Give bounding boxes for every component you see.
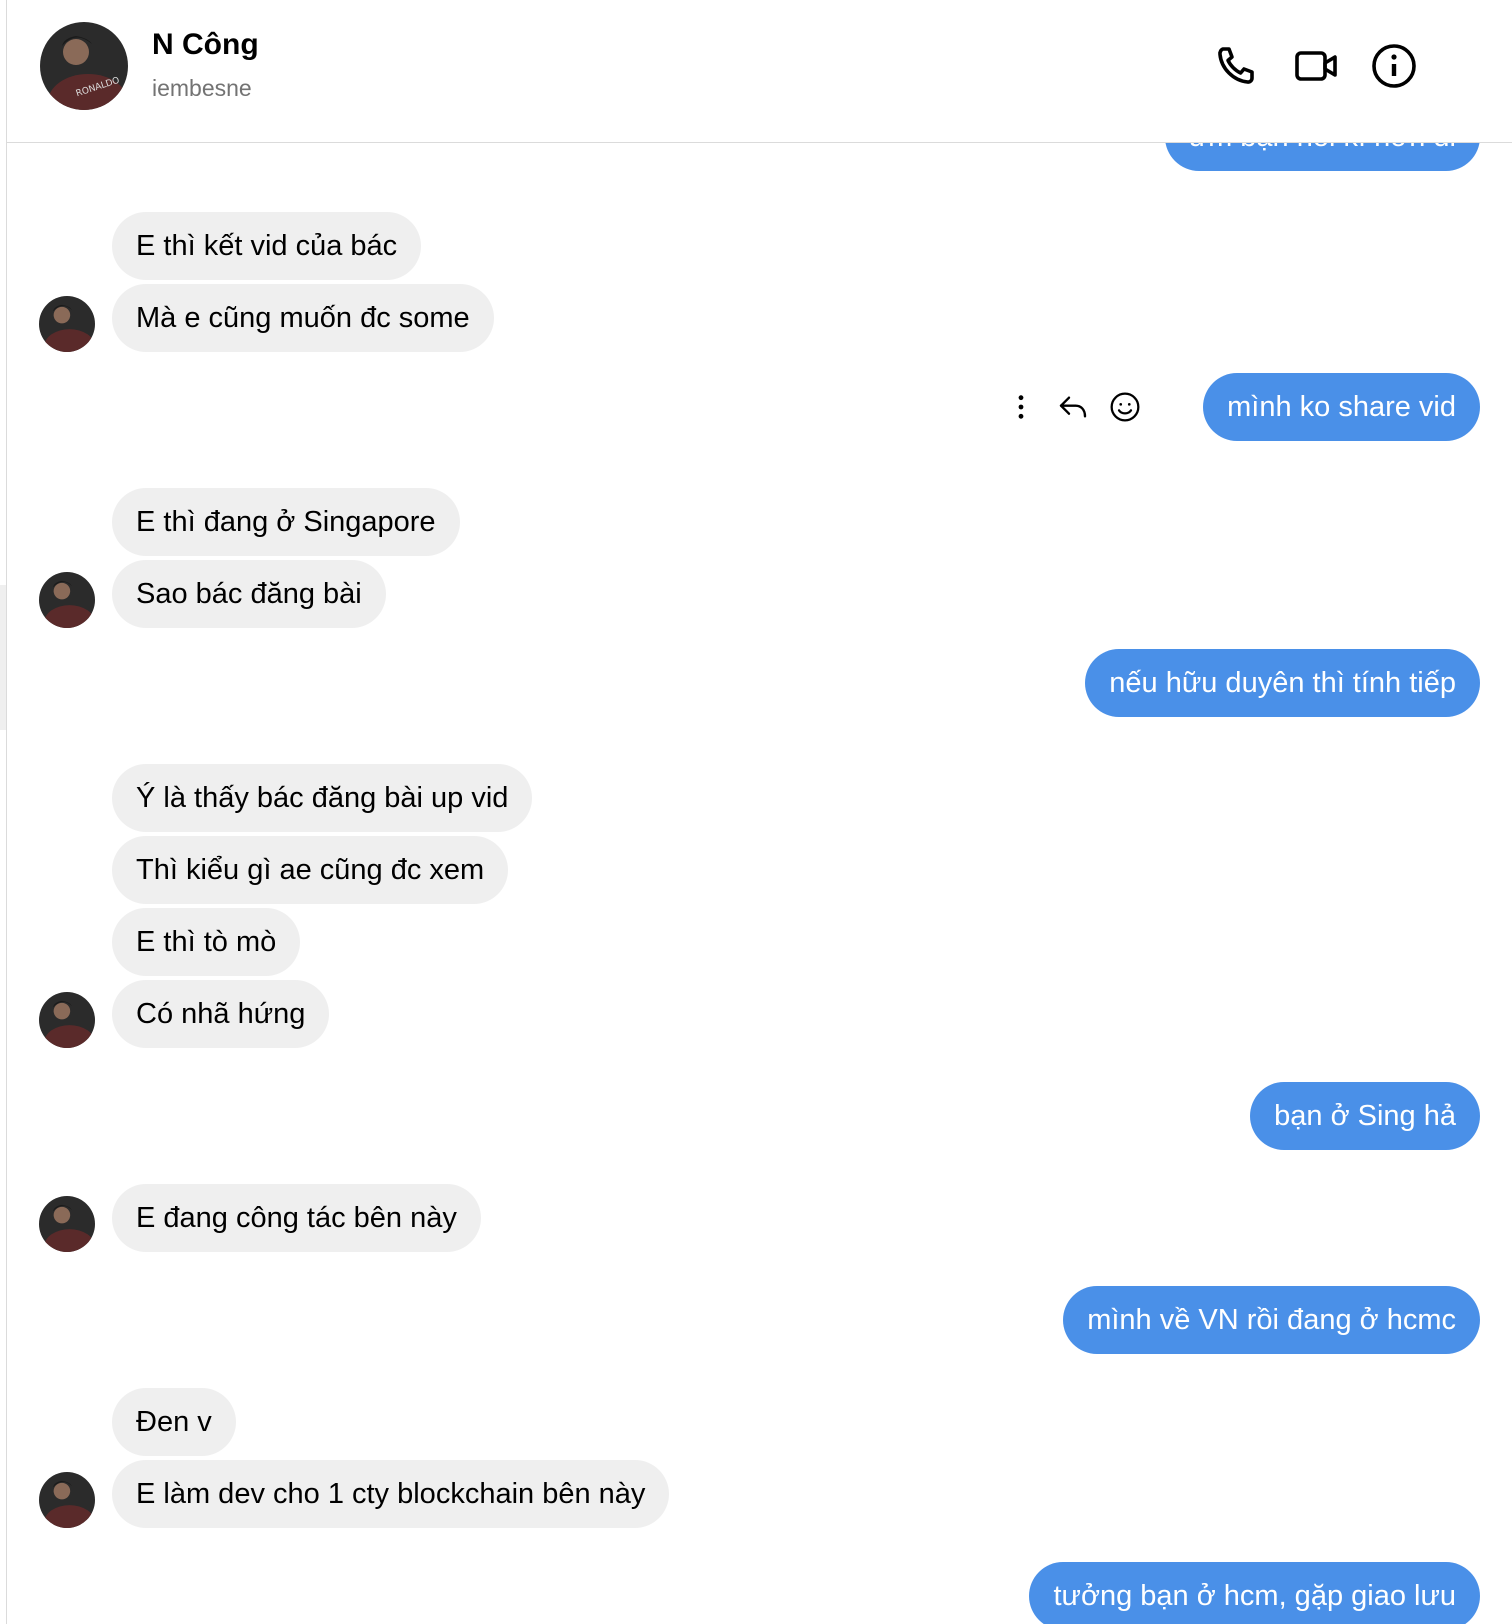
message-bubble-sent[interactable]: tưởng bạn ở hcm, gặp giao lưu <box>1029 1562 1480 1624</box>
contact-name[interactable]: N Công <box>152 28 259 62</box>
message-bubble-received[interactable]: E làm dev cho 1 cty blockchain bên này <box>112 1460 670 1528</box>
conversation-header: RONALDO N Công iembesne <box>7 0 1512 143</box>
emoji-icon[interactable] <box>1108 390 1142 424</box>
message-bubble-received[interactable]: Ý là thấy bác đăng bài up vid <box>112 764 533 832</box>
info-icon[interactable] <box>1368 40 1420 92</box>
avatar[interactable] <box>39 296 95 352</box>
phone-icon[interactable] <box>1210 40 1262 92</box>
message-bubble-sent[interactable]: nếu hữu duyên thì tính tiếp <box>1085 649 1480 717</box>
avatar[interactable] <box>39 572 95 628</box>
message-bubble-sent[interactable]: ừm bạn nói kĩ hơn đi <box>1164 143 1480 171</box>
reply-icon[interactable] <box>1056 390 1090 424</box>
message-bubble-received[interactable]: Sao bác đăng bài <box>112 560 386 628</box>
avatar[interactable] <box>39 1472 95 1528</box>
message-bubble-sent[interactable]: bạn ở Sing hả <box>1250 1082 1480 1150</box>
video-camera-icon[interactable] <box>1290 40 1342 92</box>
contact-username: iembesne <box>152 75 252 101</box>
message-bubble-received[interactable]: Thì kiểu gì ae cũng đc xem <box>112 836 509 904</box>
message-bubble-sent[interactable]: mình về VN rồi đang ở hcmc <box>1063 1286 1480 1354</box>
avatar[interactable]: RONALDO <box>40 22 128 110</box>
avatar[interactable] <box>39 992 95 1048</box>
message-bubble-received[interactable]: Đen v <box>112 1388 236 1456</box>
message-bubble-received[interactable]: E thì đang ở Singapore <box>112 488 460 556</box>
message-bubble-received[interactable]: E thì kết vid của bác <box>112 212 422 280</box>
sidebar-scroll-indicator <box>0 585 6 730</box>
message-bubble-received[interactable]: Mà e cũng muốn đc some <box>112 284 494 352</box>
message-bubble-sent[interactable]: mình ko share vid <box>1203 373 1480 441</box>
avatar[interactable] <box>39 1196 95 1252</box>
message-bubble-received[interactable]: E đang công tác bên này <box>112 1184 481 1252</box>
message-bubble-received[interactable]: Có nhã hứng <box>112 980 330 1048</box>
message-actions <box>1004 390 1142 424</box>
message-bubble-received[interactable]: E thì tò mò <box>112 908 301 976</box>
more-vertical-icon[interactable] <box>1004 390 1038 424</box>
message-thread[interactable]: ừm bạn nói kĩ hơn đi E thì kết vid của b… <box>7 143 1512 1624</box>
